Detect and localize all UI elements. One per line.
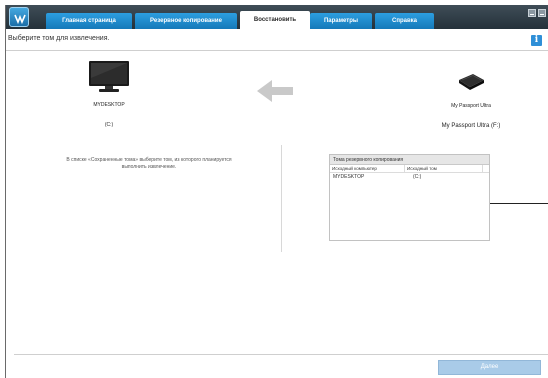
vertical-divider	[281, 145, 282, 252]
minimize-button[interactable]	[528, 9, 536, 17]
target-volume: My Passport Ultra (F:)	[441, 123, 501, 129]
column-source-computer[interactable]: Исходный компьютер	[330, 165, 405, 172]
row-computer: MYDESKTOP	[333, 174, 365, 180]
subheader: Выберите том для извлечения. i	[6, 29, 548, 51]
backup-volumes-list: Тома резервного копирования Исходный ком…	[329, 154, 490, 241]
app-window: Главная страница Резервное копирование В…	[5, 5, 548, 378]
tab-restore[interactable]: Восстановить	[240, 11, 310, 29]
tab-settings[interactable]: Параметры	[310, 13, 372, 29]
arrow-left-icon	[257, 80, 293, 102]
window-controls	[528, 9, 546, 17]
instructions-text: В списке «Сохраненные тома» выберите том…	[66, 157, 232, 170]
monitor-icon	[89, 61, 129, 92]
external-drive-icon	[459, 74, 484, 90]
source-device: MYDESKTOP (C:)	[70, 60, 148, 128]
volumes-header-row: Исходный компьютер Исходный том	[330, 165, 489, 173]
source-device-name: MYDESKTOP	[93, 102, 125, 108]
page-prompt: Выберите том для извлечения.	[8, 35, 110, 42]
close-button[interactable]	[538, 9, 546, 17]
tab-backup[interactable]: Резервное копирование	[135, 13, 237, 29]
title-bar: Главная страница Резервное копирование В…	[6, 5, 548, 29]
footer-divider	[14, 354, 548, 355]
callout-line	[490, 203, 548, 204]
source-volume: (C:)	[104, 122, 114, 128]
backup-volumes-title: Тома резервного копирования	[330, 155, 489, 165]
next-button[interactable]: Далее	[438, 360, 541, 375]
target-device: My Passport Ultra My Passport Ultra (F:)	[426, 72, 516, 129]
tab-home[interactable]: Главная страница	[46, 13, 132, 29]
column-source-volume[interactable]: Исходный том	[405, 165, 483, 172]
tab-help[interactable]: Справка	[375, 13, 434, 29]
target-device-name: My Passport Ultra	[451, 103, 491, 109]
app-logo-icon	[9, 7, 29, 27]
info-icon[interactable]: i	[531, 35, 542, 46]
row-volume: (C:)	[413, 174, 422, 180]
table-row[interactable]: MYDESKTOP (C:)	[330, 173, 489, 182]
